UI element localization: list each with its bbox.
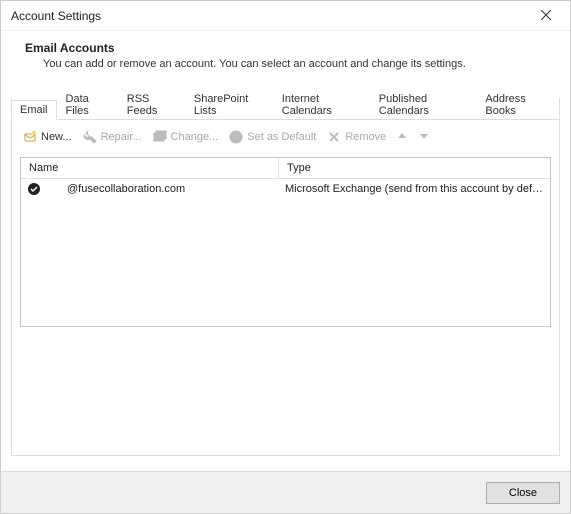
tab-sharepoint-lists[interactable]: SharePoint Lists xyxy=(185,89,273,120)
repair-icon xyxy=(82,129,98,145)
list-header: Name Type xyxy=(21,158,550,179)
account-name: @fusecollaboration.com xyxy=(67,183,185,195)
remove-icon xyxy=(326,129,342,145)
account-list: Name Type @fusecollaboration.com Microso… xyxy=(20,157,551,327)
set-default-label: Set as Default xyxy=(247,131,316,143)
tab-data-files[interactable]: Data Files xyxy=(57,89,118,120)
arrow-down-icon xyxy=(419,130,429,144)
tabstrip: Email Data Files RSS Feeds SharePoint Li… xyxy=(11,97,559,120)
new-button[interactable]: New... xyxy=(20,127,74,147)
close-icon xyxy=(541,9,551,23)
change-label: Change... xyxy=(171,131,219,143)
repair-button: Repair... xyxy=(80,127,144,147)
account-type: Microsoft Exchange (send from this accou… xyxy=(279,183,550,195)
move-down-button xyxy=(416,129,432,145)
default-check-icon xyxy=(27,182,41,196)
page-description: You can add or remove an account. You ca… xyxy=(43,58,552,70)
change-icon xyxy=(152,129,168,145)
cell-name: @fusecollaboration.com xyxy=(21,182,279,196)
table-row[interactable]: @fusecollaboration.com Microsoft Exchang… xyxy=(21,179,550,199)
dialog-header: Email Accounts You can add or remove an … xyxy=(1,31,570,80)
remove-button: Remove xyxy=(324,127,388,147)
arrow-up-icon xyxy=(397,130,407,144)
tab-published-calendars[interactable]: Published Calendars xyxy=(370,89,477,120)
move-up-button xyxy=(394,129,410,145)
toolbar: New... Repair... Change... Set as Defaul… xyxy=(12,121,559,153)
tab-rss-feeds[interactable]: RSS Feeds xyxy=(118,89,185,120)
check-circle-icon xyxy=(228,129,244,145)
tab-email[interactable]: Email xyxy=(11,100,57,120)
new-label: New... xyxy=(41,131,72,143)
window-title: Account Settings xyxy=(11,9,101,23)
dialog-footer: Close xyxy=(1,471,570,513)
page-title: Email Accounts xyxy=(25,41,552,55)
remove-label: Remove xyxy=(345,131,386,143)
set-default-button: Set as Default xyxy=(226,127,318,147)
close-button[interactable]: Close xyxy=(486,482,560,504)
new-icon xyxy=(22,129,38,145)
column-name[interactable]: Name xyxy=(21,158,279,178)
repair-label: Repair... xyxy=(101,131,142,143)
change-button: Change... xyxy=(150,127,221,147)
column-type[interactable]: Type xyxy=(279,158,550,178)
tab-internet-calendars[interactable]: Internet Calendars xyxy=(273,89,370,120)
window-close-button[interactable] xyxy=(526,2,566,30)
tab-address-books[interactable]: Address Books xyxy=(476,89,559,120)
main-panel: Email Data Files RSS Feeds SharePoint Li… xyxy=(11,98,560,456)
titlebar: Account Settings xyxy=(1,1,570,31)
